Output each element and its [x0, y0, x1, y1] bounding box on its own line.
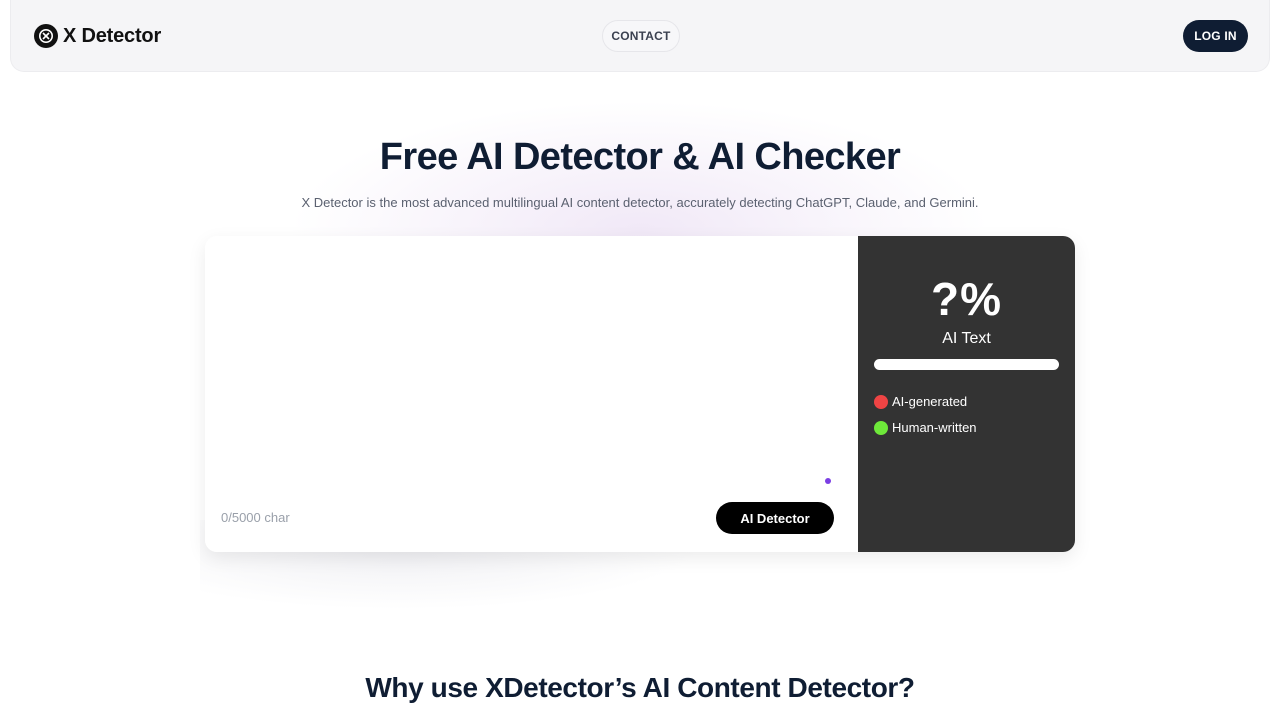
status-dot [825, 478, 831, 484]
red-dot-icon [874, 394, 888, 409]
legend-label: Human-written [892, 420, 977, 435]
x-circle-logo-icon [34, 24, 58, 48]
ai-text-label: AI Text [942, 330, 991, 347]
nav-contact-link[interactable]: CONTACT [602, 20, 680, 52]
ai-percent-value: ?% [931, 273, 1002, 325]
page-title: Free AI Detector & AI Checker [379, 136, 901, 178]
login-button[interactable]: LOG IN [1183, 20, 1248, 52]
legend-label: AI-generated [892, 394, 968, 409]
char-counter: 0/5000 char [221, 510, 290, 525]
logo[interactable]: X Detector [34, 24, 161, 48]
ai-detector-button[interactable]: AI Detector [716, 502, 834, 534]
page-subtitle: X Detector is the most advanced multilin… [301, 195, 979, 210]
section-title: Why use XDetector’s AI Content Detector? [365, 672, 915, 703]
ai-meter-bar [874, 359, 1059, 370]
logo-text: X Detector [63, 24, 162, 47]
site-header: X Detector CONTACT LOG IN [10, 0, 1270, 72]
green-dot-icon [874, 420, 888, 435]
legend-ai-generated: AI-generated [874, 394, 967, 409]
legend-human-written: Human-written [874, 420, 977, 435]
result-panel: ?% AI Text AI-generated Human-written [858, 236, 1075, 552]
detector-card: 0/5000 char AI Detector ?% AI Text AI-ge… [205, 236, 1075, 552]
